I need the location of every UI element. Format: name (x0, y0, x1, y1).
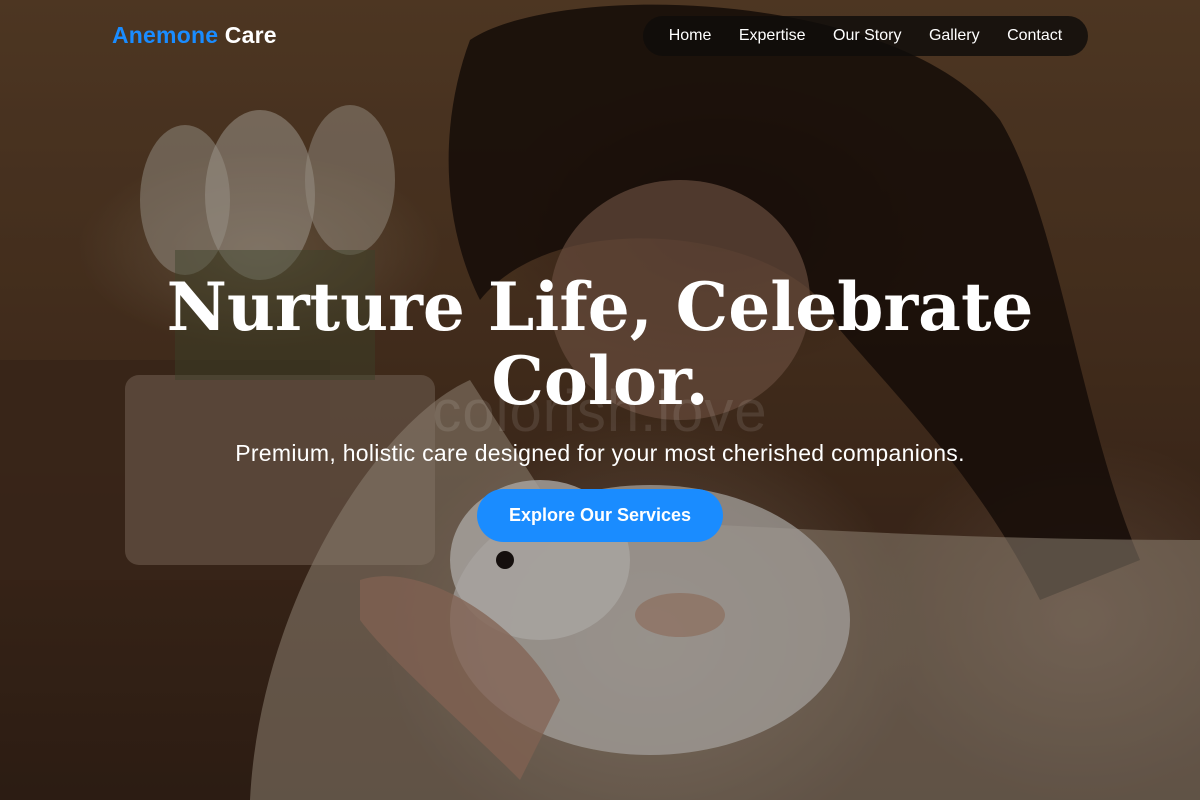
brand-name-main: Care (224, 22, 277, 48)
hero-subtitle: Premium, holistic care designed for your… (235, 440, 965, 466)
hero-section: Anemone Care Home Expertise Our Story Ga… (0, 0, 1200, 800)
nav-item-contact[interactable]: Contact (1007, 27, 1062, 45)
nav-item-expertise[interactable]: Expertise (739, 27, 806, 45)
brand-name-accent: Anemone (112, 22, 219, 48)
nav-item-home[interactable]: Home (669, 27, 712, 45)
main-nav: Home Expertise Our Story Gallery Contact (643, 16, 1088, 56)
nav-item-our-story[interactable]: Our Story (833, 27, 901, 45)
brand-logo[interactable]: Anemone Care (112, 22, 277, 49)
explore-services-button[interactable]: Explore Our Services (477, 489, 723, 542)
nav-item-gallery[interactable]: Gallery (929, 27, 980, 45)
hero-headline: Nurture Life, Celebrate Color. (166, 268, 1034, 420)
